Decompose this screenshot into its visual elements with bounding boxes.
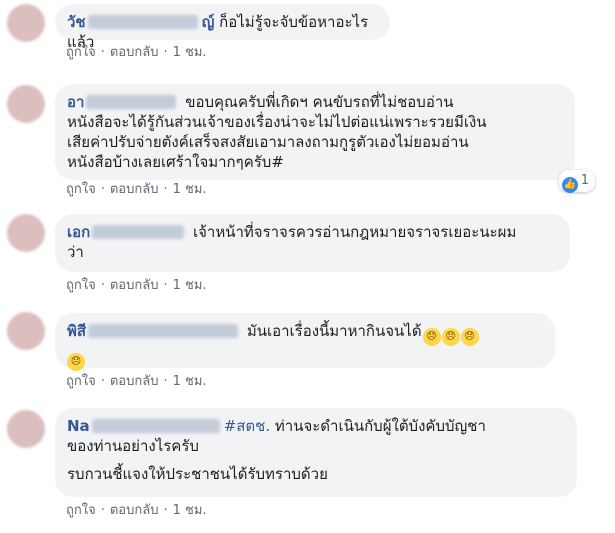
comment-actions: ถูกใจ · ตอบกลับ · 1 ชม. — [66, 277, 207, 295]
comment-bubble: เอก เจ้าหน้าที่จราจรควรอ่านกฎหมายจราจรเย… — [55, 214, 570, 272]
comment-text-line: หนังสือจะได้รู้กันส่วนเจ้าของเรื่องน่าจะ… — [67, 113, 487, 131]
comment-text-line: ท่านจะดำเนินกับผู้ใต้บังคับบัญชา — [274, 417, 486, 435]
comment-extra-paragraph: รบกวนชี้แจงให้ประชาชนได้รับทราบด้วย — [67, 465, 328, 483]
sleepy-face-emoji-icon: 😞 — [441, 328, 460, 346]
avatar[interactable] — [7, 85, 45, 123]
reaction-summary[interactable]: 👍 1 — [558, 170, 595, 193]
redacted-name — [86, 95, 177, 109]
comment-actions: ถูกใจ · ตอบกลับ · 1 ชม. — [66, 44, 207, 62]
avatar[interactable] — [7, 4, 45, 42]
timestamp[interactable]: 1 ชม. — [173, 278, 207, 293]
separator-dot: · — [163, 503, 168, 518]
separator-dot: · — [163, 374, 168, 389]
separator-dot: · — [163, 182, 168, 197]
reply-link[interactable]: ตอบกลับ — [110, 278, 159, 293]
sleepy-face-emoji-icon: 😞 — [67, 353, 85, 371]
separator-dot: · — [100, 374, 105, 389]
reply-link[interactable]: ตอบกลับ — [110, 45, 159, 60]
like-link[interactable]: ถูกใจ — [66, 45, 96, 60]
timestamp[interactable]: 1 ชม. — [173, 374, 207, 389]
redacted-name — [87, 15, 198, 29]
timestamp[interactable]: 1 ชม. — [173, 503, 207, 518]
comment-bubble: อา ขอบคุณครับพี่เกิดฯ คนขับรถที่ไม่ชอบอ่… — [55, 84, 575, 180]
redacted-name — [88, 324, 239, 338]
comment-bubble: วัช ญ์ ก็อไม่รู้จะจับข้อหาอะไรแล้ว — [55, 4, 390, 51]
commenter-name[interactable]: Na — [67, 417, 90, 435]
avatar[interactable] — [7, 214, 45, 252]
comment-actions: ถูกใจ · ตอบกลับ · 1 ชม. — [66, 181, 207, 199]
commenter-name[interactable]: อา — [67, 93, 84, 111]
reaction-count: 1 — [580, 173, 589, 188]
comment-text-line: หนังสือบ้างเลยเศร้าใจมากๆครับ# — [67, 153, 284, 171]
like-link[interactable]: ถูกใจ — [66, 278, 96, 293]
comment-text-line: ว่า — [67, 243, 84, 261]
comment-text-line: เจ้าหน้าที่จราจรควรอ่านกฎหมายจราจรเยอะนะ… — [193, 223, 517, 241]
comment-text-line: ขอบคุณครับพี่เกิดฯ คนขับรถที่ไม่ชอบอ่าน — [185, 93, 454, 111]
avatar[interactable] — [7, 312, 45, 350]
commenter-name[interactable]: พิสี — [67, 322, 86, 340]
comment-actions: ถูกใจ · ตอบกลับ · 1 ชม. — [66, 502, 207, 520]
separator-dot: · — [163, 45, 168, 60]
reply-link[interactable]: ตอบกลับ — [110, 503, 159, 518]
comment-bubble: พิสี มันเอาเรื่องนี้มาหากินจนได้ 😞 😞 😞 😞 — [55, 313, 555, 371]
reply-link[interactable]: ตอบกลับ — [110, 374, 159, 389]
timestamp[interactable]: 1 ชม. — [173, 45, 207, 60]
timestamp[interactable]: 1 ชม. — [173, 182, 207, 197]
hashtag-link[interactable]: #สตช. — [224, 417, 270, 435]
comment-text-line: เสียค่าปรับจ่ายตังค์เสร็จสงสัยเอามาลงถาม… — [67, 133, 469, 151]
commenter-name[interactable]: วัช — [67, 13, 86, 31]
like-link[interactable]: ถูกใจ — [66, 374, 96, 389]
comment-text: มันเอาเรื่องนี้มาหากินจนได้ — [246, 322, 422, 340]
separator-dot: · — [100, 503, 105, 518]
separator-dot: · — [100, 278, 105, 293]
sleepy-face-emoji-icon: 😞 — [422, 328, 441, 346]
comment-text-line: ของท่านอย่างไรครับ — [67, 437, 199, 455]
reply-link[interactable]: ตอบกลับ — [110, 182, 159, 197]
comment-bubble: Na #สตช. ท่านจะดำเนินกับผู้ใต้บังคับบัญชา… — [55, 408, 577, 497]
separator-dot: · — [100, 182, 105, 197]
separator-dot: · — [100, 45, 105, 60]
redacted-name — [92, 225, 185, 239]
comment-actions: ถูกใจ · ตอบกลับ · 1 ชม. — [66, 373, 207, 391]
commenter-name-tail[interactable]: ญ์ — [202, 13, 215, 31]
like-link[interactable]: ถูกใจ — [66, 182, 96, 197]
like-reaction-icon: 👍 — [561, 177, 578, 193]
avatar[interactable] — [7, 410, 45, 448]
separator-dot: · — [163, 278, 168, 293]
commenter-name[interactable]: เอก — [67, 223, 90, 241]
sleepy-face-emoji-icon: 😞 — [460, 328, 479, 346]
like-link[interactable]: ถูกใจ — [66, 503, 96, 518]
redacted-name — [91, 419, 220, 433]
